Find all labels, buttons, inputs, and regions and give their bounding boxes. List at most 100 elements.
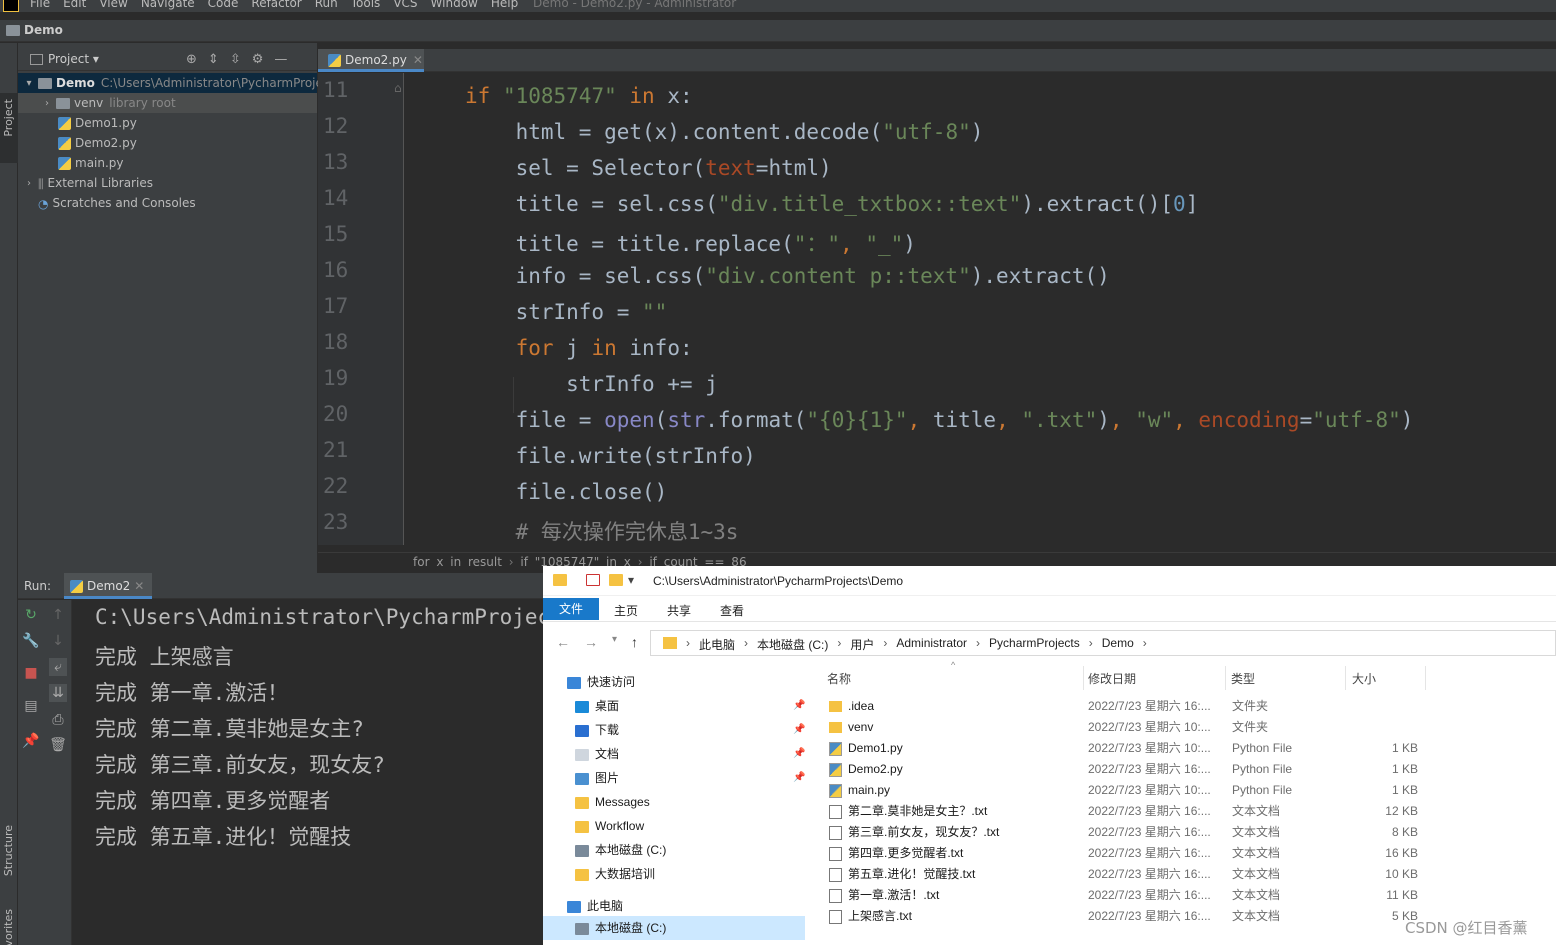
nav-item[interactable]: Messages bbox=[543, 790, 805, 814]
tree-item-external-libraries[interactable]: › ⫼ External Libraries bbox=[18, 173, 317, 193]
print-icon[interactable]: ⎙ bbox=[49, 711, 67, 729]
ribbon-tab-view[interactable]: 查看 bbox=[720, 602, 744, 619]
soft-wrap-icon[interactable]: ⤶ bbox=[49, 658, 67, 676]
column-divider[interactable] bbox=[1425, 666, 1426, 690]
menu-item-code[interactable]: Code bbox=[208, 0, 239, 10]
nav-item[interactable]: 下载 📌 bbox=[543, 718, 805, 742]
console-output[interactable]: C:\Users\Administrator\PycharmProjects\D… bbox=[74, 600, 543, 945]
tree-item-main-py[interactable]: main.py bbox=[18, 153, 317, 173]
column-header-type[interactable]: 类型 bbox=[1231, 670, 1255, 687]
address-bar[interactable]: › 此电脑 › 本地磁盘 (C:) › 用户 › Administrator › PycharmP… bbox=[650, 630, 1556, 656]
close-icon[interactable]: ✕ bbox=[134, 579, 144, 593]
close-icon[interactable]: ✕ bbox=[413, 53, 423, 67]
tree-item-demo[interactable]: ▾ Demo C:\Users\Administrator\PycharmProje… bbox=[18, 73, 380, 94]
new-folder-icon[interactable] bbox=[609, 574, 623, 586]
scroll-to-end-icon[interactable]: ⇊ bbox=[49, 684, 67, 702]
tree-item-scratches-and-consoles[interactable]: ◔ Scratches and Consoles bbox=[18, 193, 317, 213]
ribbon-tab-share[interactable]: 共享 bbox=[667, 602, 691, 619]
hide-icon[interactable]: — bbox=[274, 52, 287, 67]
menu-item-refactor[interactable]: Refactor bbox=[251, 0, 301, 10]
nav-project-name[interactable]: Demo bbox=[24, 23, 63, 37]
file-row[interactable]: 第二章.莫非她是女主？.txt 2022/7/23 星期六 16:... 文本文档 1… bbox=[813, 801, 1556, 822]
arrow-up-icon[interactable]: ↑ bbox=[49, 606, 67, 624]
menu-item-run[interactable]: Run bbox=[315, 0, 338, 10]
tree-item-demo1-py[interactable]: Demo1.py bbox=[18, 113, 317, 133]
column-header-date[interactable]: 修改日期 bbox=[1088, 670, 1136, 687]
menu-item-edit[interactable]: Edit bbox=[63, 0, 86, 10]
file-row[interactable]: 第五章.进化！觉醒技.txt 2022/7/23 星期六 16:... 文本文档 10… bbox=[813, 864, 1556, 885]
forward-arrow-icon[interactable]: → bbox=[584, 634, 598, 650]
breadcrumb-item[interactable]: for x in result bbox=[413, 555, 502, 569]
file-row[interactable]: Demo2.py 2022/7/23 星期六 16:... Python File 1… bbox=[813, 759, 1556, 780]
layout-icon[interactable]: ▤ bbox=[22, 697, 40, 715]
recent-dropdown-icon[interactable]: ▾ bbox=[612, 634, 617, 650]
tree-item-venv[interactable]: › venv library root bbox=[18, 93, 317, 113]
run-tab-demo2[interactable]: Demo2 ✕ bbox=[64, 573, 153, 599]
address-crumb[interactable]: 本地磁盘 (C:) bbox=[757, 636, 828, 653]
file-row[interactable]: Demo1.py 2022/7/23 星期六 10:... Python File 1… bbox=[813, 738, 1556, 759]
stop-icon[interactable]: ■ bbox=[22, 664, 40, 682]
chevron-right-icon[interactable]: › bbox=[1143, 636, 1147, 653]
collapse-all-icon[interactable]: ⇳ bbox=[230, 52, 241, 67]
nav-item[interactable]: Workflow bbox=[543, 814, 805, 838]
nav-item[interactable]: 本地磁盘 (C:) bbox=[543, 916, 805, 940]
file-row[interactable]: venv 2022/7/23 星期六 10:... 文件夹 bbox=[813, 717, 1556, 738]
address-crumb[interactable]: PycharmProjects bbox=[989, 636, 1080, 653]
nav-item[interactable]: 文档 📌 bbox=[543, 742, 805, 766]
wrench-icon[interactable]: 🔧 bbox=[22, 632, 40, 650]
menu-item-view[interactable]: View bbox=[99, 0, 127, 10]
address-crumb[interactable]: 用户 bbox=[850, 636, 874, 653]
ribbon-file-tab[interactable]: 文件 bbox=[543, 598, 599, 620]
editor-tab-demo2[interactable]: Demo2.py ✕ bbox=[318, 49, 424, 72]
file-row[interactable]: 第四章.更多觉醒者.txt 2022/7/23 星期六 16:... 文本文档 16 … bbox=[813, 843, 1556, 864]
pin-icon[interactable]: 📌 bbox=[793, 766, 805, 790]
tree-item-demo2-py[interactable]: Demo2.py bbox=[18, 133, 317, 153]
trash-icon[interactable]: 🗑 bbox=[49, 736, 67, 754]
project-view-selector[interactable]: Project ▾ bbox=[30, 52, 99, 66]
back-arrow-icon[interactable]: ← bbox=[556, 634, 570, 650]
chevron-down-icon[interactable]: ▾ bbox=[22, 74, 36, 94]
up-arrow-icon[interactable]: ↑ bbox=[631, 634, 638, 650]
locate-icon[interactable]: ⊕ bbox=[186, 52, 197, 67]
properties-icon[interactable] bbox=[586, 574, 600, 586]
structure-tool-label[interactable]: Structure bbox=[2, 825, 15, 876]
expand-all-icon[interactable]: ⇕ bbox=[208, 52, 219, 67]
arrow-down-icon[interactable]: ↓ bbox=[49, 632, 67, 650]
column-divider[interactable] bbox=[1225, 666, 1226, 690]
pin-icon[interactable]: 📌 bbox=[22, 732, 40, 750]
ribbon-tab-home[interactable]: 主页 bbox=[614, 602, 638, 619]
menu-item-tools[interactable]: Tools bbox=[351, 0, 381, 10]
chevron-right-icon[interactable]: › bbox=[40, 94, 54, 114]
file-row[interactable]: 第一章.激活！.txt 2022/7/23 星期六 16:... 文本文档 11 KB bbox=[813, 885, 1556, 906]
gear-icon[interactable]: ⚙ bbox=[252, 52, 264, 67]
menu-item-file[interactable]: File bbox=[30, 0, 50, 10]
column-header-name[interactable]: 名称 bbox=[827, 670, 851, 687]
address-crumb[interactable]: 此电脑 bbox=[699, 636, 735, 653]
column-divider[interactable] bbox=[1083, 666, 1084, 690]
chevron-right-icon[interactable]: › bbox=[22, 174, 36, 194]
address-crumb[interactable]: Demo bbox=[1102, 636, 1134, 653]
pin-icon[interactable]: 📌 bbox=[793, 742, 805, 766]
pin-icon[interactable]: 📌 bbox=[793, 694, 805, 718]
menu-item-vcs[interactable]: VCS bbox=[393, 0, 417, 10]
menu-item-navigate[interactable]: Navigate bbox=[141, 0, 195, 10]
column-header-size[interactable]: 大小 bbox=[1352, 670, 1376, 687]
address-crumb[interactable]: Administrator bbox=[896, 636, 967, 653]
menu-item-help[interactable]: Help bbox=[491, 0, 518, 10]
nav-item[interactable]: 快速访问 bbox=[543, 670, 805, 694]
file-row[interactable]: main.py 2022/7/23 星期六 10:... Python File 1 … bbox=[813, 780, 1556, 801]
nav-item[interactable]: 桌面 📌 bbox=[543, 694, 805, 718]
nav-item[interactable]: 图片 📌 bbox=[543, 766, 805, 790]
pin-icon[interactable]: 📌 bbox=[793, 718, 805, 742]
fold-marker-icon[interactable]: ⌂ bbox=[394, 81, 402, 95]
nav-item[interactable]: 此电脑 bbox=[543, 894, 805, 918]
quick-access-dropdown-icon[interactable]: ▾ bbox=[628, 573, 634, 587]
file-row[interactable]: .idea 2022/7/23 星期六 16:... 文件夹 bbox=[813, 696, 1556, 717]
file-row[interactable]: 第三章.前女友，现女友？.txt 2022/7/23 星期六 16:... 文本文档… bbox=[813, 822, 1556, 843]
project-tool-tab[interactable]: Project bbox=[0, 93, 18, 163]
rerun-icon[interactable]: ↻ bbox=[22, 606, 40, 624]
favorites-tool-label[interactable]: Favorites bbox=[2, 909, 15, 945]
column-divider[interactable] bbox=[1345, 666, 1346, 690]
nav-item[interactable]: 大数据培训 bbox=[543, 862, 805, 886]
nav-item[interactable]: 本地磁盘 (C:) bbox=[543, 838, 805, 862]
